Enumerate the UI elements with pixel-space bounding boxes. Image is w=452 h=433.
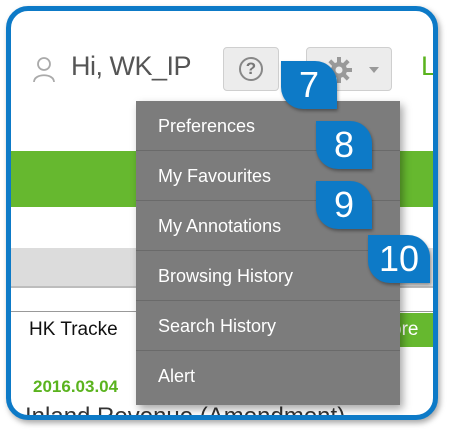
chevron-down-icon xyxy=(369,67,379,73)
news-headline[interactable]: Inland Revenue (Amendment) xyxy=(25,403,345,415)
news-date: 2016.03.04 xyxy=(33,377,119,396)
callout-9: 9 xyxy=(316,181,372,229)
logout-link[interactable]: Lo xyxy=(421,51,433,82)
callout-8: 8 xyxy=(316,121,372,169)
callout-7: 7 xyxy=(281,61,337,109)
user-greeting: Hi, WK_IP xyxy=(71,51,192,81)
menu-item-alert[interactable]: Alert xyxy=(136,351,400,401)
screenshot-frame: Hi, WK_IP ? Lo HK Tracke ore 2016.03.04 xyxy=(6,6,438,420)
menu-item-browsing-history[interactable]: Browsing History xyxy=(136,251,400,301)
tab-hk-tracker[interactable]: HK Tracke xyxy=(29,319,118,341)
menu-item-search-history[interactable]: Search History xyxy=(136,301,400,351)
user-icon xyxy=(33,57,55,83)
help-button[interactable]: ? xyxy=(223,47,279,91)
help-icon: ? xyxy=(239,57,263,81)
callout-10: 10 xyxy=(368,235,430,283)
